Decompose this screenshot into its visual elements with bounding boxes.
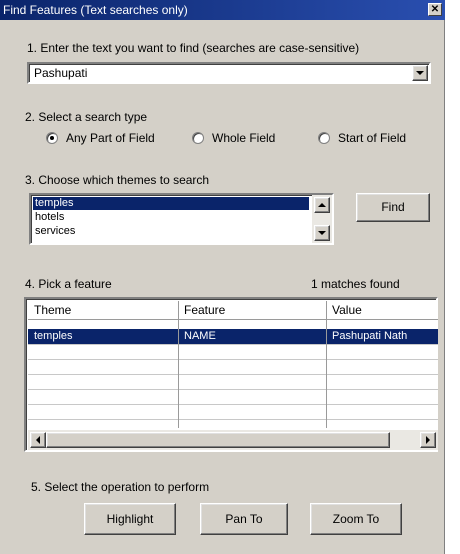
radio-label: Whole Field [212,131,276,145]
column-header-theme[interactable]: Theme [28,301,178,319]
window-title: Find Features (Text searches only) [3,3,188,17]
results-grid[interactable]: Theme Feature Value temples NAME Pashupa… [24,297,438,452]
step4-label: 4. Pick a feature [25,277,112,291]
column-header-feature[interactable]: Feature [178,301,326,319]
grid-line [178,301,179,428]
step1-label: 1. Enter the text you want to find (sear… [27,41,360,55]
radio-label: Start of Field [338,131,407,145]
table-row[interactable]: temples NAME Pashupati Nath [28,329,438,344]
arrow-up-icon [318,203,326,207]
scroll-thumb[interactable] [46,432,390,448]
scroll-down-button[interactable] [314,225,330,241]
radio-dot-icon [46,132,58,144]
radio-dot-icon [192,132,204,144]
search-text-dropdown-button[interactable] [412,65,428,81]
theme-item-temples[interactable]: temples [33,197,309,210]
scroll-up-button[interactable] [314,197,330,213]
find-features-dialog: Find Features (Text searches only) ✕ 1. … [0,0,445,554]
chevron-down-icon [416,71,424,75]
arrow-right-icon [426,436,430,444]
step2-label: 2. Select a search type [25,110,148,124]
zoom-to-button[interactable]: Zoom To [310,503,402,535]
arrow-left-icon [36,436,40,444]
search-text-value[interactable]: Pashupati [34,66,87,80]
grid-line [326,301,327,428]
results-horizontal-scrollbar[interactable] [28,430,438,450]
close-button[interactable]: ✕ [428,3,442,16]
grid-line [28,344,438,345]
close-icon: ✕ [430,4,440,15]
radio-start-of-field[interactable]: Start of Field [318,131,406,145]
grid-line [28,319,438,320]
cell-value: Pashupati Nath [332,330,408,342]
search-text-combobox[interactable]: Pashupati [27,62,431,84]
cell-feature: NAME [184,330,216,342]
radio-any-part-of-field[interactable]: Any Part of Field [46,131,155,145]
cell-theme: temples [34,330,73,342]
title-bar[interactable]: Find Features (Text searches only) ✕ [0,0,445,20]
pan-to-button[interactable]: Pan To [200,503,288,535]
matches-count: 1 matches found [311,277,400,291]
scroll-left-button[interactable] [30,432,46,448]
grid-line [28,389,438,390]
radio-dot-icon [318,132,330,144]
grid-line [28,404,438,405]
step5-label: 5. Select the operation to perform [31,480,210,494]
radio-label: Any Part of Field [66,131,155,145]
highlight-button[interactable]: Highlight [84,503,176,535]
themes-listbox[interactable]: temples hotels services [29,193,334,245]
grid-line [28,359,438,360]
find-button[interactable]: Find [356,193,430,222]
column-header-value[interactable]: Value [326,301,438,319]
grid-line [28,374,438,375]
step3-label: 3. Choose which themes to search [25,173,210,187]
theme-item-services[interactable]: services [33,225,309,238]
theme-item-hotels[interactable]: hotels [33,211,309,224]
radio-whole-field[interactable]: Whole Field [192,131,275,145]
arrow-down-icon [318,231,326,235]
grid-line [28,419,438,420]
scroll-right-button[interactable] [420,432,436,448]
themes-scrollbar[interactable] [312,195,332,243]
